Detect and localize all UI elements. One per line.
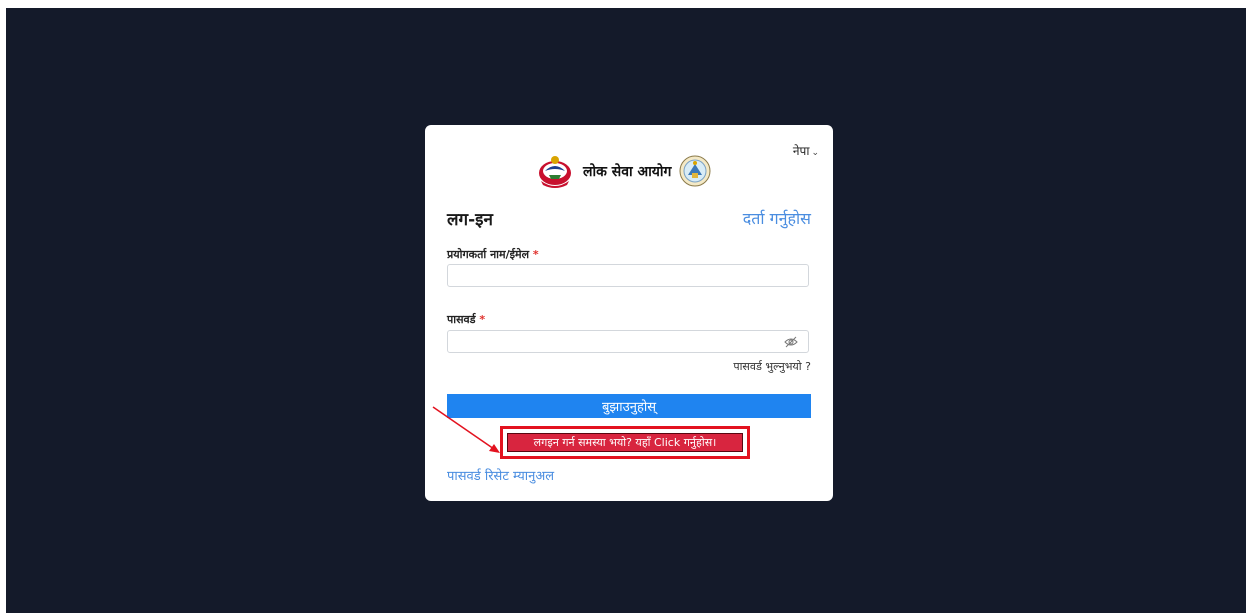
page-title: लग-इन — [447, 210, 493, 230]
required-mark: * — [479, 313, 486, 326]
required-mark: * — [532, 248, 539, 261]
username-input[interactable] — [447, 264, 809, 287]
password-reset-manual-link[interactable]: पासवर्ड रिसेट म्यानुअल — [447, 466, 554, 484]
register-link[interactable]: दर्ता गर्नुहोस — [743, 207, 811, 229]
page: नेपा ⌄ लोक सेवा आयोग लग-इन दर्ता गर्नुहोस — [0, 0, 1246, 613]
brand: लोक सेवा आयोग — [535, 151, 711, 191]
submit-button[interactable]: बुझाउनुहोस् — [447, 394, 811, 418]
nepal-emblem-icon — [539, 156, 571, 188]
eye-slash-icon[interactable] — [784, 336, 798, 348]
login-help-button[interactable]: लगइन गर्न समस्या भयो? यहाँ Click गर्नुहो… — [507, 433, 743, 452]
language-selector[interactable]: नेपा ⌄ — [793, 142, 819, 159]
forgot-password-link[interactable]: पासवर्ड भुल्नुभयो ? — [733, 359, 811, 374]
top-clipped-strip — [205, 0, 545, 8]
annotation-highlight-box: लगइन गर्न समस्या भयो? यहाँ Click गर्नुहो… — [500, 426, 750, 459]
username-label-text: प्रयोगकर्ता नाम/ईमेल — [447, 248, 530, 261]
language-label: नेपा — [792, 144, 810, 158]
password-label: पासवर्ड * — [447, 312, 485, 327]
password-field[interactable] — [447, 330, 809, 353]
username-label: प्रयोगकर्ता नाम/ईमेल * — [447, 247, 539, 262]
chevron-down-icon: ⌄ — [811, 148, 819, 158]
psc-seal-icon — [679, 155, 711, 187]
login-card: नेपा ⌄ लोक सेवा आयोग लग-इन दर्ता गर्नुहोस — [425, 125, 833, 501]
brand-name: लोक सेवा आयोग — [583, 163, 672, 180]
password-label-text: पासवर्ड — [447, 313, 476, 326]
